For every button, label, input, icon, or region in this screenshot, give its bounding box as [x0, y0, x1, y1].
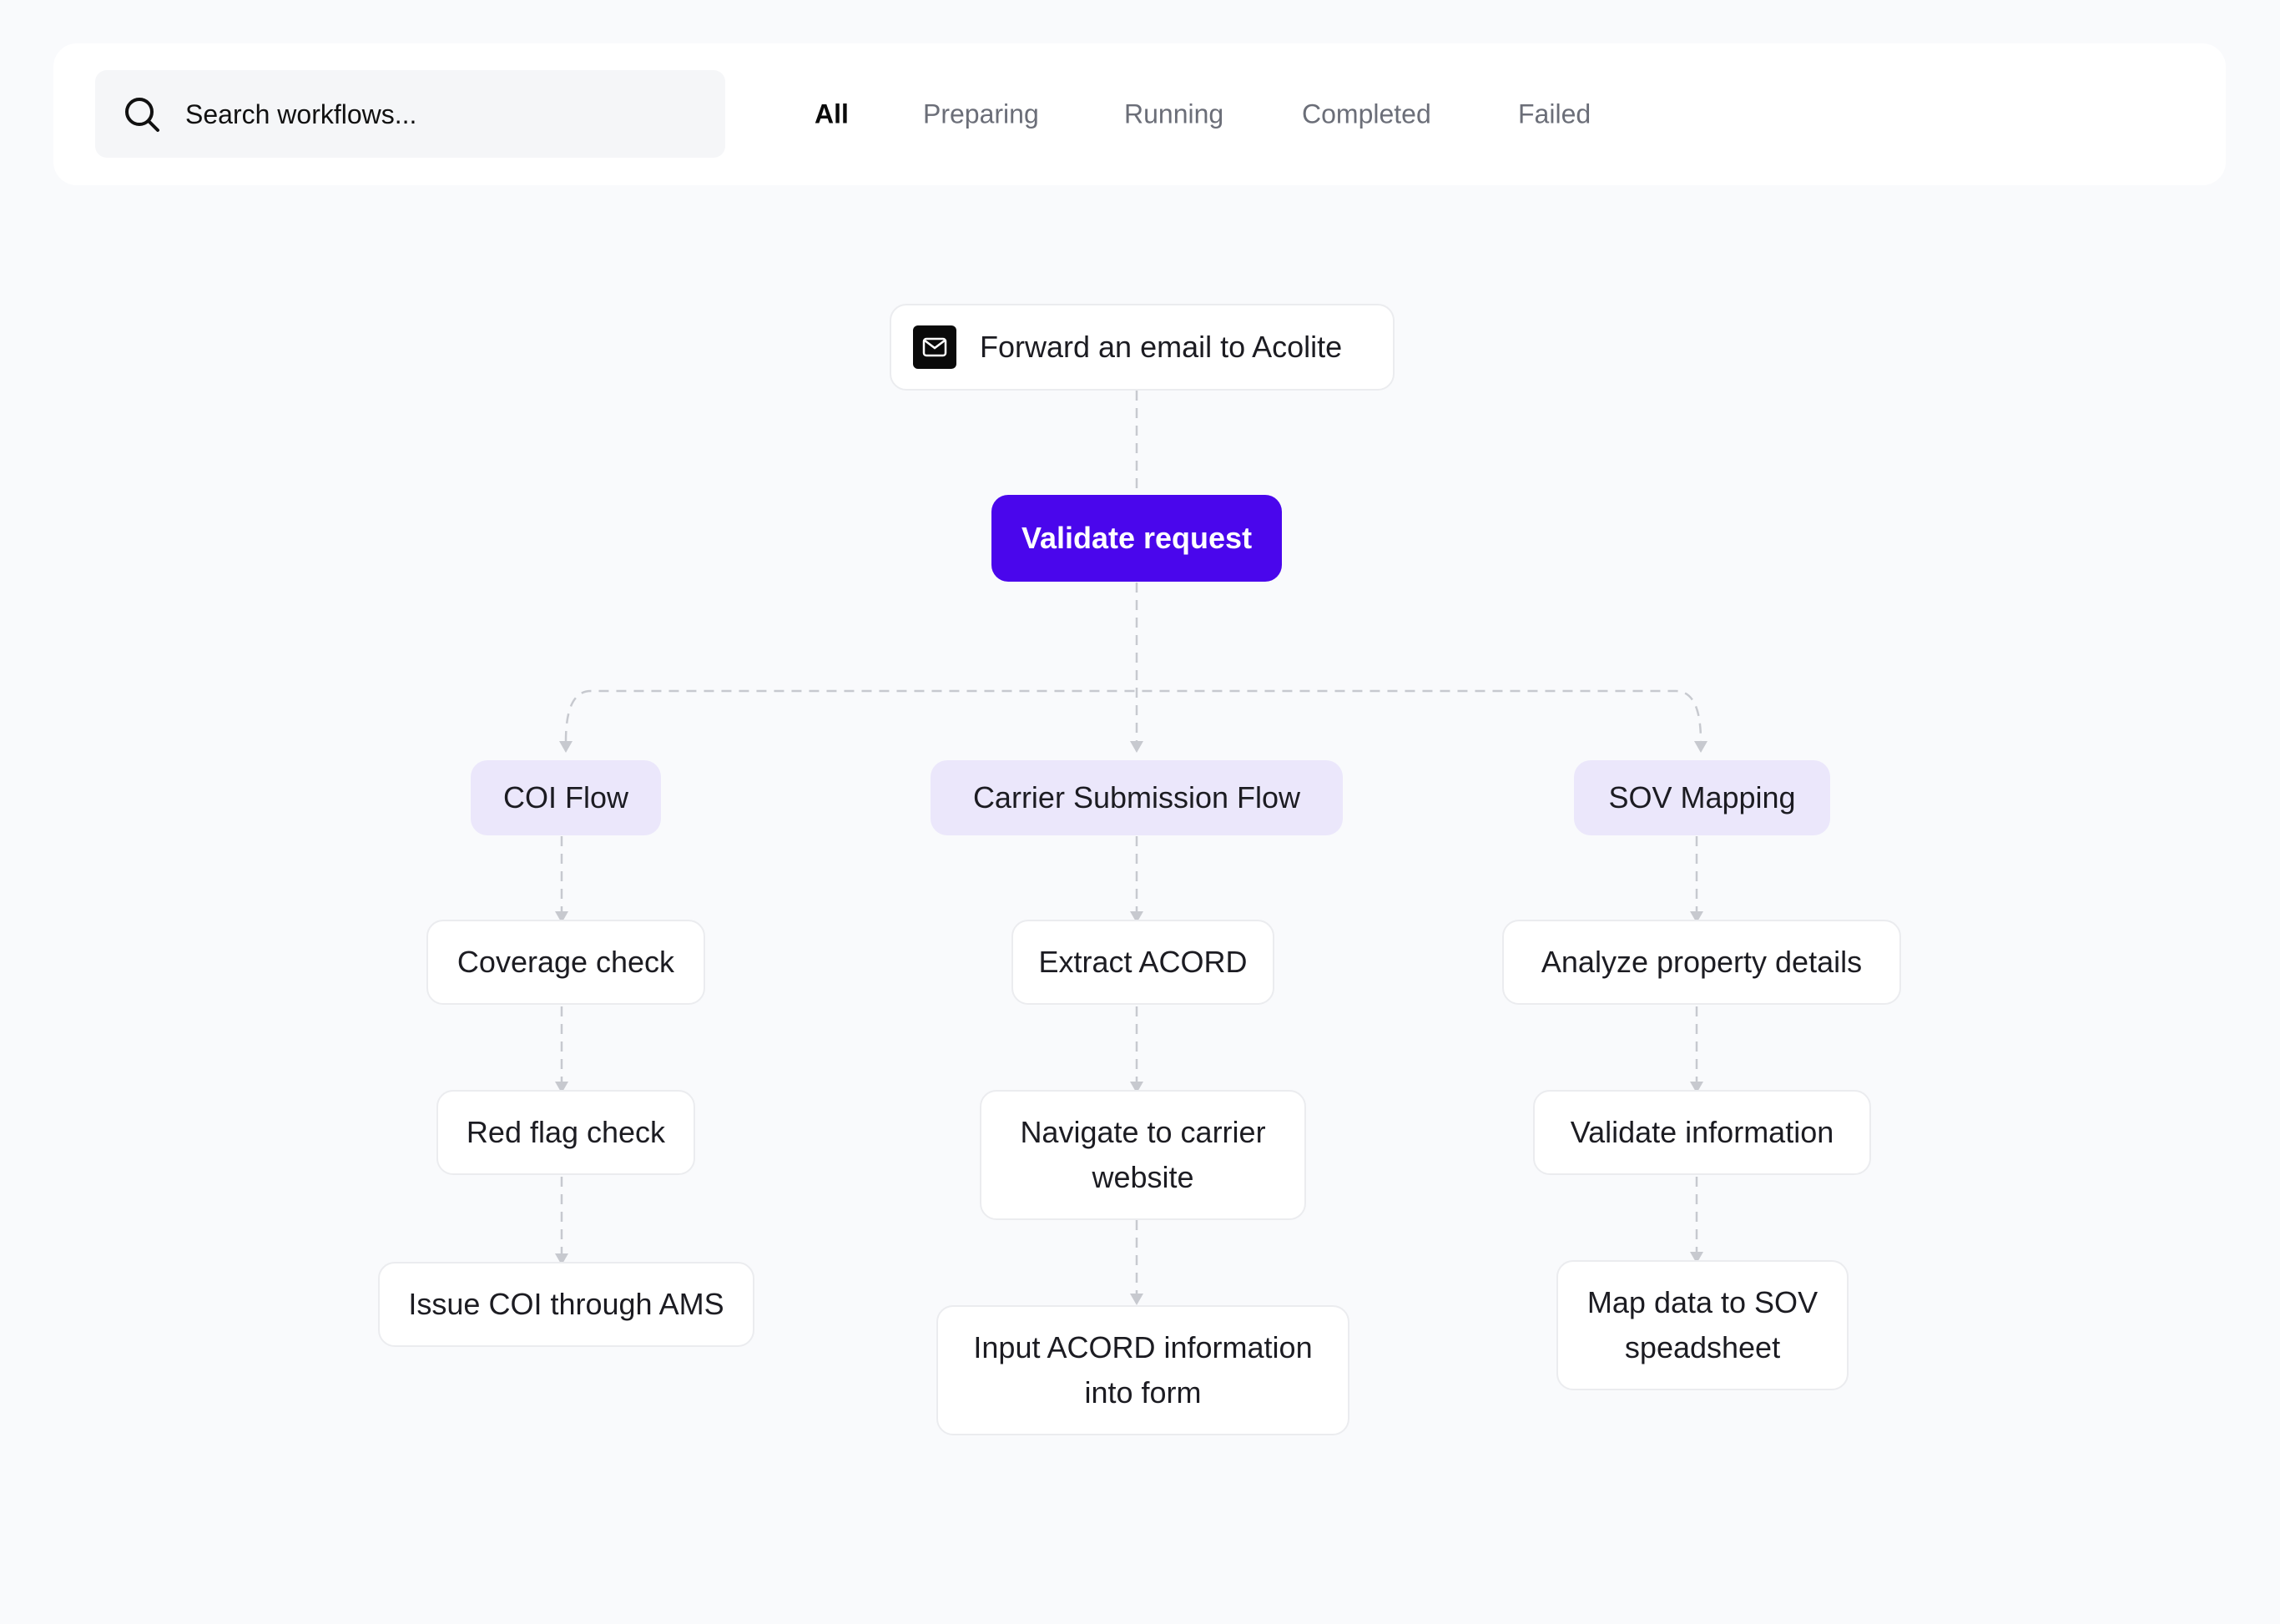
branch-sov-mapping[interactable]: SOV Mapping [1574, 760, 1830, 835]
step-label: Analyze property details [1541, 945, 1863, 979]
step-node[interactable]: Red flag check [436, 1090, 695, 1175]
step-node[interactable]: Extract ACORD [1011, 920, 1274, 1005]
trigger-node[interactable]: Forward an email to Acolite [890, 304, 1395, 391]
step-label: Extract ACORD [1038, 945, 1248, 979]
step-label: Coverage check [457, 945, 675, 979]
mail-icon [913, 325, 956, 369]
step-label: Issue COI through AMS [408, 1287, 724, 1321]
validate-request-label: Validate request [1021, 521, 1253, 555]
step-node[interactable]: Coverage check [426, 920, 705, 1005]
branch-carrier-submission-flow[interactable]: Carrier Submission Flow [931, 760, 1343, 835]
step-node[interactable]: Issue COI through AMS [378, 1262, 754, 1347]
step-node[interactable]: Analyze property details [1502, 920, 1901, 1005]
branch-label: COI Flow [502, 780, 628, 815]
step-label: Map data to SOV speadsheet [1586, 1285, 1818, 1364]
validate-request-node[interactable]: Validate request [991, 495, 1282, 582]
branch-coi-flow[interactable]: COI Flow [471, 760, 661, 835]
step-label: Red flag check [466, 1115, 666, 1149]
step-node[interactable]: Map data to SOV speadsheet [1556, 1260, 1849, 1390]
step-node[interactable]: Input ACORD information into form [936, 1305, 1349, 1435]
trigger-label: Forward an email to Acolite [980, 330, 1343, 364]
branch-label: SOV Mapping [1608, 780, 1796, 815]
step-node[interactable]: Navigate to carrier website [980, 1090, 1306, 1220]
app-frame: All Preparing Running Completed Failed [0, 0, 2280, 1624]
branch-label: Carrier Submission Flow [972, 780, 1301, 815]
step-node[interactable]: Validate information [1533, 1090, 1871, 1175]
step-label: Navigate to carrier website [1020, 1115, 1266, 1194]
step-label: Validate information [1570, 1115, 1834, 1149]
step-label: Input ACORD information into form [973, 1330, 1313, 1410]
